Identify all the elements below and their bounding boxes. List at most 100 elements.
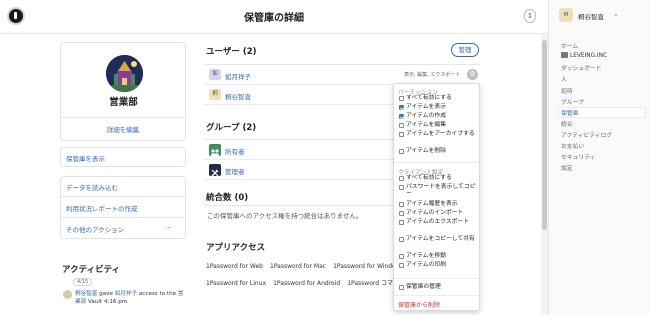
activity-target-link[interactable]: 如月祥子 bbox=[115, 291, 137, 297]
other-actions-link[interactable]: その他のアクション bbox=[66, 224, 124, 234]
enable-all-client-checkbox[interactable]: すべて有効にする bbox=[399, 175, 477, 182]
nav-people[interactable]: 人 bbox=[561, 74, 567, 83]
checkbox-label: アイテムをアーカイブする bbox=[406, 131, 475, 137]
nav-billing[interactable]: お支払い bbox=[561, 141, 584, 150]
nav-dashboard[interactable]: ダッシュボード bbox=[561, 63, 602, 72]
checkbox[interactable] bbox=[399, 132, 404, 137]
enable-all-checkbox[interactable]: すべて有効にする bbox=[399, 95, 477, 102]
activity-actor-link[interactable]: 桐谷智直 bbox=[75, 291, 97, 297]
checkbox[interactable] bbox=[399, 96, 404, 101]
checkbox[interactable] bbox=[399, 254, 404, 259]
nav-activity-log[interactable]: アクティビティログ bbox=[561, 130, 612, 139]
users-heading: ユーザー (2) bbox=[206, 45, 257, 57]
export-items-checkbox[interactable]: アイテムのエクスポート bbox=[399, 219, 477, 226]
more-actions-icon[interactable]: ··· bbox=[165, 224, 172, 232]
integrations-empty-text: この保管庫へのアクセス権を持つ統合はありません。 bbox=[207, 212, 363, 220]
nav-home[interactable]: ホーム bbox=[561, 41, 578, 50]
checkbox[interactable] bbox=[399, 176, 404, 181]
app-access-heading: アプリアクセス bbox=[206, 243, 266, 253]
checkbox-label: アイテムをコピーして共有 bbox=[406, 236, 475, 242]
remove-from-vault-button[interactable]: 保管庫から削除 bbox=[398, 300, 440, 309]
nav-security[interactable]: セキュリティ bbox=[561, 152, 595, 161]
activity-date-badge: 4/15 bbox=[73, 278, 93, 286]
table-row[interactable]: 如 如月祥子 表示, 編集, エクスポート ⚙ bbox=[204, 65, 480, 85]
nav-vaults[interactable]: 保管庫 bbox=[561, 108, 578, 117]
edit-items-checkbox[interactable]: アイテムを編集 bbox=[399, 122, 477, 129]
view-history-checkbox[interactable]: アイテム履歴を表示 bbox=[399, 201, 477, 208]
show-vault-link[interactable]: 保管庫を表示 bbox=[66, 153, 105, 163]
usage-report-link[interactable]: 利用状況レポートの作成 bbox=[66, 203, 138, 213]
owners-group-icon bbox=[209, 144, 221, 157]
print-items-checkbox[interactable]: アイテムの印刷 bbox=[399, 262, 477, 269]
gear-icon[interactable]: ⚙ bbox=[467, 69, 478, 80]
checkbox[interactable] bbox=[399, 202, 404, 207]
activity-time: 4:16 pm bbox=[103, 299, 128, 305]
copy-share-items-checkbox[interactable]: アイテムをコピーして共有 bbox=[399, 236, 477, 243]
checkbox[interactable] bbox=[399, 211, 404, 216]
app-list-row: 1Password for Linux 1Password for Android… bbox=[206, 278, 412, 287]
activity-verb: gave bbox=[99, 291, 113, 297]
create-items-checkbox[interactable]: アイテムの作成 bbox=[399, 113, 477, 120]
nav-invite[interactable]: 招待 bbox=[561, 86, 573, 95]
user-permissions: 表示, 編集, エクスポート bbox=[404, 72, 461, 78]
divider bbox=[394, 295, 481, 296]
app-android: 1Password for Android bbox=[273, 280, 341, 287]
manage-vault-checkbox[interactable]: 保管庫の管理 bbox=[399, 284, 477, 291]
user-name-link[interactable]: 桐谷智直 bbox=[225, 91, 251, 101]
checkbox[interactable] bbox=[399, 185, 404, 190]
checkbox[interactable] bbox=[399, 149, 404, 154]
reveal-copy-passwords-checkbox[interactable]: パスワードを表示してコピー bbox=[399, 184, 477, 199]
checkbox-label: アイテムを移動 bbox=[406, 253, 446, 259]
vault-avatar bbox=[106, 55, 143, 92]
avatar: M bbox=[559, 8, 573, 22]
groups-heading-label: グループ bbox=[206, 123, 240, 133]
user-name-link[interactable]: 如月祥子 bbox=[225, 71, 251, 81]
nav-groups[interactable]: グループ bbox=[561, 97, 584, 106]
edit-details-link[interactable]: 詳細を編集 bbox=[61, 124, 185, 134]
checkbox[interactable] bbox=[399, 285, 404, 290]
activity-rest: access to the bbox=[138, 291, 177, 297]
nav-settings[interactable]: 設定 bbox=[561, 163, 573, 172]
import-data-link[interactable]: データを読み込む bbox=[66, 182, 118, 192]
divider bbox=[394, 278, 481, 279]
nav-integrations[interactable]: 統合 bbox=[561, 119, 573, 128]
group-name-link[interactable]: 所有者 bbox=[225, 146, 245, 156]
checkbox[interactable] bbox=[399, 123, 404, 128]
delete-items-checkbox[interactable]: アイテムを削除 bbox=[399, 148, 477, 155]
checkbox-label: アイテム履歴を表示 bbox=[406, 201, 458, 207]
app-linux: 1Password for Linux bbox=[206, 280, 267, 287]
sync-icon[interactable]: ↕ bbox=[524, 9, 536, 23]
app-list-row: 1Password for Web 1Password for Mac 1Passw… bbox=[206, 263, 411, 270]
import-items-checkbox[interactable]: アイテムのインポート bbox=[399, 210, 477, 217]
divider bbox=[394, 162, 481, 163]
checkbox[interactable] bbox=[399, 263, 404, 268]
integrations-heading-label: 統合数 bbox=[206, 193, 232, 203]
checkbox[interactable] bbox=[399, 114, 404, 119]
integrations-count: (0) bbox=[234, 193, 249, 203]
app-window: 保管庫の詳細 ↕ 営業部 詳細を編集 保管庫を表示 データを読み込む 利用状況レ… bbox=[0, 0, 650, 315]
divider bbox=[61, 117, 185, 118]
admins-group-icon bbox=[209, 164, 221, 177]
group-name-link[interactable]: 管理者 bbox=[225, 166, 245, 176]
top-bar: 保管庫の詳細 ↕ bbox=[0, 0, 548, 34]
checkbox-label: アイテムの作成 bbox=[406, 113, 446, 119]
nav-org[interactable]: LEVEING.INC bbox=[561, 52, 607, 59]
checkbox[interactable] bbox=[399, 105, 404, 110]
checkbox-label: アイテムの印刷 bbox=[406, 262, 446, 268]
archive-items-checkbox[interactable]: アイテムをアーカイブする bbox=[399, 131, 477, 138]
activity-entry: 桐谷智直 gave 如月祥子 access to the 営業部 Vault 4… bbox=[75, 290, 185, 306]
scrollbar-thumb[interactable] bbox=[542, 40, 547, 230]
checkbox-label: 保管庫の管理 bbox=[406, 284, 441, 290]
manage-button[interactable]: 管理 bbox=[451, 43, 479, 57]
account-name: 桐谷智直 bbox=[578, 13, 604, 21]
checkbox[interactable] bbox=[399, 237, 404, 242]
groups-heading: グループ (2) bbox=[206, 121, 256, 133]
avatar: 桐 bbox=[209, 89, 221, 100]
checkbox-label: すべて有効にする bbox=[406, 175, 452, 181]
account-switcher[interactable]: M 桐谷智直 ⌄ bbox=[559, 8, 647, 22]
checkbox-label: アイテムを削除 bbox=[406, 148, 446, 154]
checkbox[interactable] bbox=[399, 220, 404, 225]
move-items-checkbox[interactable]: アイテムを移動 bbox=[399, 253, 477, 260]
checkbox-label: すべて有効にする bbox=[406, 95, 452, 101]
view-items-checkbox[interactable]: アイテムを表示 bbox=[399, 104, 477, 111]
